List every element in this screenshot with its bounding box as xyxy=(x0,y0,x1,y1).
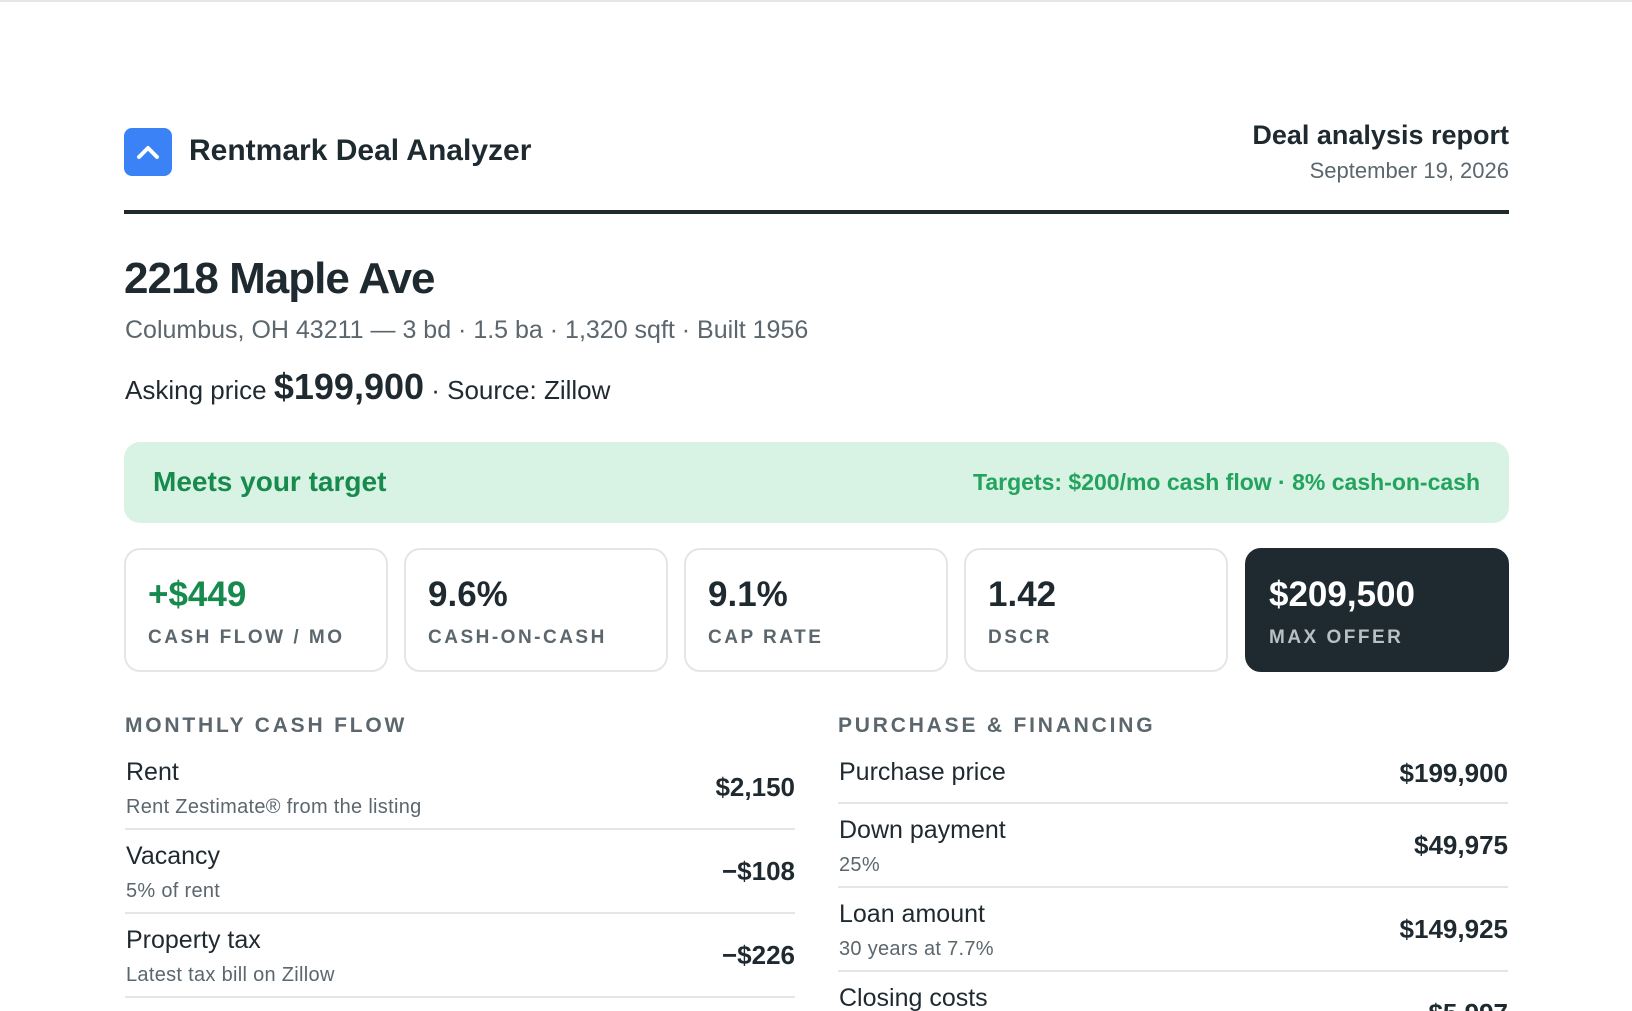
metric-card-dscr: 1.42 DSCR xyxy=(964,548,1228,672)
row-label: Down payment xyxy=(839,816,1006,844)
metric-value: 9.1% xyxy=(708,575,788,614)
row-label: Purchase price xyxy=(839,758,1006,786)
metric-value: 9.6% xyxy=(428,575,508,614)
property-address: 2218 Maple Ave xyxy=(124,254,435,303)
row-label: Closing costs xyxy=(839,984,988,1011)
metric-card-cash-on-cash: 9.6% CASH-ON-CASH xyxy=(404,548,668,672)
metric-label: CAP RATE xyxy=(708,627,824,648)
target-status-banner: Meets your target Targets: $200/mo cash … xyxy=(124,442,1509,523)
row-note: 30 years at 7.7% xyxy=(839,938,994,960)
financing-row-purchase-price: Purchase price $199,900 xyxy=(838,750,1508,804)
purchase-financing-section: PURCHASE & FINANCING Purchase price $199… xyxy=(838,714,1508,1011)
header-divider xyxy=(124,210,1509,214)
row-label: Rent xyxy=(126,758,179,786)
row-label: Vacancy xyxy=(126,842,221,870)
row-value: −$108 xyxy=(721,856,795,886)
report-title: Deal analysis report xyxy=(1252,120,1509,150)
metric-card-max-offer: $209,500 MAX OFFER xyxy=(1245,548,1509,672)
metric-value: +$449 xyxy=(148,575,247,614)
asking-price-label: Asking price xyxy=(125,375,267,405)
asking-price-line: Asking price $199,900 · Source: Zillow xyxy=(125,366,610,408)
monthly-cash-flow-section: MONTHLY CASH FLOW Rent Rent Zestimate® f… xyxy=(125,714,795,998)
row-value: $2,150 xyxy=(715,772,795,802)
metric-label: CASH-ON-CASH xyxy=(428,627,607,648)
metric-value: $209,500 xyxy=(1269,575,1415,614)
asking-price-value: $199,900 xyxy=(273,366,425,407)
row-value: $5,997 xyxy=(1428,998,1508,1011)
financing-row-closing-costs: Closing costs $5,997 xyxy=(838,972,1508,1011)
metric-cards: +$449 CASH FLOW / MO 9.6% CASH-ON-CASH 9… xyxy=(124,548,1509,672)
listing-source: · Source: Zillow xyxy=(431,375,611,405)
row-value: $199,900 xyxy=(1399,758,1508,788)
report-date: September 19, 2026 xyxy=(1309,158,1509,183)
row-label: Property tax xyxy=(126,926,261,954)
report-header: Rentmark Deal Analyzer Deal analysis rep… xyxy=(124,120,1509,216)
section-title: MONTHLY CASH FLOW xyxy=(125,714,408,737)
chevron-up-icon xyxy=(124,128,172,176)
property-details: Columbus, OH 43211 — 3 bd · 1.5 ba · 1,3… xyxy=(125,316,809,344)
financing-row-down-payment: Down payment 25% $49,975 xyxy=(838,804,1508,888)
metric-label: CASH FLOW / MO xyxy=(148,627,345,648)
cash-flow-row-rent: Rent Rent Zestimate® from the listing $2… xyxy=(125,750,795,830)
financing-row-loan-amount: Loan amount 30 years at 7.7% $149,925 xyxy=(838,888,1508,972)
metric-card-cap-rate: 9.1% CAP RATE xyxy=(684,548,948,672)
row-note: Latest tax bill on Zillow xyxy=(126,964,335,986)
cash-flow-row-vacancy: Vacancy 5% of rent −$108 xyxy=(125,830,795,914)
target-status-title: Meets your target xyxy=(153,466,387,497)
app-name: Rentmark Deal Analyzer xyxy=(189,134,532,167)
target-criteria: Targets: $200/mo cash flow · 8% cash-on-… xyxy=(972,469,1480,495)
row-value: $49,975 xyxy=(1414,830,1508,860)
metric-card-cash-flow: +$449 CASH FLOW / MO xyxy=(124,548,388,672)
row-label: Loan amount xyxy=(839,900,985,928)
row-value: $149,925 xyxy=(1399,914,1508,944)
top-border xyxy=(0,0,1632,2)
row-note: 25% xyxy=(839,854,880,876)
cash-flow-row-property-tax: Property tax Latest tax bill on Zillow −… xyxy=(125,914,795,998)
section-title: PURCHASE & FINANCING xyxy=(838,714,1156,737)
row-value: −$226 xyxy=(721,940,795,970)
row-note: Rent Zestimate® from the listing xyxy=(126,796,422,818)
metric-value: 1.42 xyxy=(988,575,1057,614)
metric-label: DSCR xyxy=(988,627,1052,648)
row-note: 5% of rent xyxy=(126,880,221,902)
metric-label: MAX OFFER xyxy=(1269,627,1404,648)
